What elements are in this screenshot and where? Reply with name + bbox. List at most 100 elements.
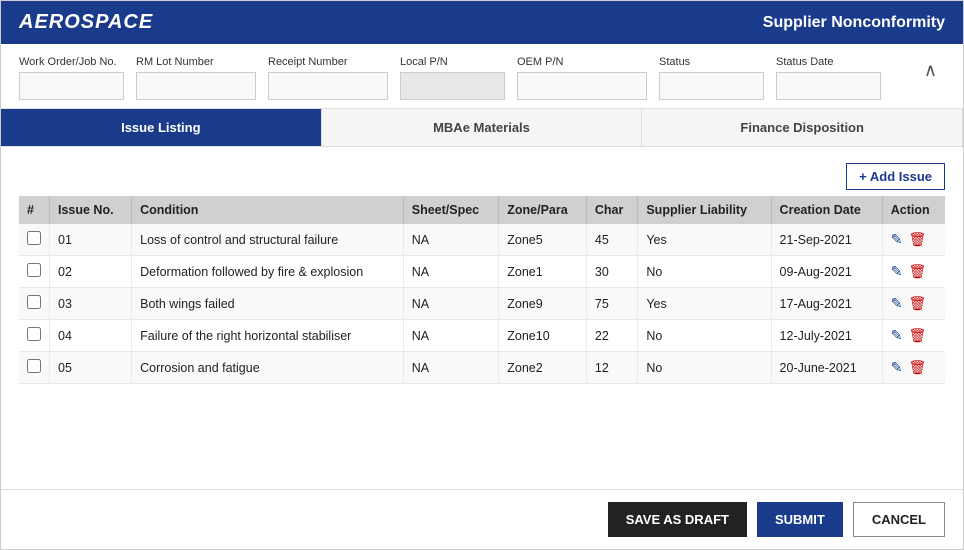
row-checkbox[interactable] (27, 327, 41, 341)
cell-action: ✎🗑 (882, 352, 945, 384)
submit-button[interactable]: SUBMIT (757, 502, 843, 537)
cell-creation-date: 12-July-2021 (771, 320, 882, 352)
table-header-row: # Issue No. Condition Sheet/Spec Zone/Pa… (19, 196, 945, 224)
cell-issue-no: 05 (50, 352, 132, 384)
cell-char: 12 (586, 352, 637, 384)
cell-condition: Both wings failed (132, 288, 404, 320)
cell-creation-date: 20-June-2021 (771, 352, 882, 384)
tab-finance-disposition[interactable]: Finance Disposition (642, 109, 963, 146)
edit-icon[interactable]: ✎ (891, 359, 903, 376)
add-issue-button[interactable]: + Add Issue (846, 163, 945, 190)
issues-table: # Issue No. Condition Sheet/Spec Zone/Pa… (19, 196, 945, 384)
col-issue-no: Issue No. (50, 196, 132, 224)
cell-creation-date: 09-Aug-2021 (771, 256, 882, 288)
tab-mbae-materials[interactable]: MBAe Materials (322, 109, 643, 146)
row-checkbox-cell (19, 320, 50, 352)
edit-icon[interactable]: ✎ (891, 295, 903, 312)
cell-creation-date: 21-Sep-2021 (771, 224, 882, 256)
table-row: 02Deformation followed by fire & explosi… (19, 256, 945, 288)
field-input-rm-lot[interactable] (136, 72, 256, 100)
tabs-bar: Issue Listing MBAe Materials Finance Dis… (1, 109, 963, 147)
header: AEROSPACE Supplier Nonconformity (1, 1, 963, 44)
edit-icon[interactable]: ✎ (891, 327, 903, 344)
delete-icon[interactable]: 🗑 (909, 295, 927, 312)
tab-issue-listing[interactable]: Issue Listing (1, 109, 322, 146)
col-zone-para: Zone/Para (499, 196, 587, 224)
row-checkbox-cell (19, 288, 50, 320)
edit-icon[interactable]: ✎ (891, 263, 903, 280)
field-input-status[interactable] (659, 72, 764, 100)
field-label-status: Status (659, 56, 764, 68)
table-section: + Add Issue # Issue No. Condition Sheet/… (1, 147, 963, 489)
col-sheet-spec: Sheet/Spec (403, 196, 499, 224)
cell-action: ✎🗑 (882, 320, 945, 352)
form-group-status: Status (659, 56, 764, 100)
footer: SAVE AS DRAFT SUBMIT CANCEL (1, 489, 963, 549)
form-group-receipt: Receipt Number (268, 56, 388, 100)
table-row: 01Loss of control and structural failure… (19, 224, 945, 256)
col-condition: Condition (132, 196, 404, 224)
page-title: Supplier Nonconformity (763, 14, 945, 32)
cell-char: 30 (586, 256, 637, 288)
delete-icon[interactable]: 🗑 (909, 231, 927, 248)
form-group-work-order: Work Order/Job No. (19, 56, 124, 100)
row-checkbox[interactable] (27, 231, 41, 245)
field-input-work-order[interactable] (19, 72, 124, 100)
field-input-oem-pn[interactable] (517, 72, 647, 100)
cell-sheet-spec: NA (403, 256, 499, 288)
delete-icon[interactable]: 🗑 (909, 263, 927, 280)
cell-sheet-spec: NA (403, 352, 499, 384)
cell-zone-para: Zone9 (499, 288, 587, 320)
cell-issue-no: 03 (50, 288, 132, 320)
cell-action: ✎🗑 (882, 288, 945, 320)
col-supplier-liability: Supplier Liability (638, 196, 771, 224)
field-label-status-date: Status Date (776, 56, 881, 68)
cell-sheet-spec: NA (403, 224, 499, 256)
table-row: 05Corrosion and fatigueNAZone212No20-Jun… (19, 352, 945, 384)
add-issue-row: + Add Issue (19, 155, 945, 196)
delete-icon[interactable]: 🗑 (909, 327, 927, 344)
form-fields-row: Work Order/Job No. RM Lot Number Receipt N… (1, 44, 963, 109)
field-input-status-date[interactable] (776, 72, 881, 100)
cell-creation-date: 17-Aug-2021 (771, 288, 882, 320)
table-row: 03Both wings failedNAZone975Yes17-Aug-20… (19, 288, 945, 320)
cell-action: ✎🗑 (882, 256, 945, 288)
cell-supplier-liability: No (638, 256, 771, 288)
collapse-button[interactable]: ∧ (916, 56, 945, 85)
row-checkbox-cell (19, 224, 50, 256)
edit-icon[interactable]: ✎ (891, 231, 903, 248)
cell-condition: Loss of control and structural failure (132, 224, 404, 256)
cancel-button[interactable]: CANCEL (853, 502, 945, 537)
save-draft-button[interactable]: SAVE AS DRAFT (608, 502, 747, 537)
cell-supplier-liability: No (638, 320, 771, 352)
row-checkbox[interactable] (27, 263, 41, 277)
cell-zone-para: Zone1 (499, 256, 587, 288)
field-input-local-pn[interactable] (400, 72, 505, 100)
field-label-oem-pn: OEM P/N (517, 56, 647, 68)
cell-condition: Corrosion and fatigue (132, 352, 404, 384)
form-group-status-date: Status Date (776, 56, 881, 100)
row-checkbox[interactable] (27, 359, 41, 373)
field-label-receipt: Receipt Number (268, 56, 388, 68)
cell-supplier-liability: Yes (638, 288, 771, 320)
cell-issue-no: 04 (50, 320, 132, 352)
row-checkbox-cell (19, 256, 50, 288)
col-checkbox: # (19, 196, 50, 224)
cell-zone-para: Zone2 (499, 352, 587, 384)
cell-sheet-spec: NA (403, 288, 499, 320)
cell-issue-no: 01 (50, 224, 132, 256)
table-row: 04Failure of the right horizontal stabil… (19, 320, 945, 352)
col-action: Action (882, 196, 945, 224)
delete-icon[interactable]: 🗑 (909, 359, 927, 376)
cell-action: ✎🗑 (882, 224, 945, 256)
field-input-receipt[interactable] (268, 72, 388, 100)
row-checkbox[interactable] (27, 295, 41, 309)
cell-zone-para: Zone10 (499, 320, 587, 352)
cell-char: 22 (586, 320, 637, 352)
form-group-local-pn: Local P/N (400, 56, 505, 100)
cell-sheet-spec: NA (403, 320, 499, 352)
cell-issue-no: 02 (50, 256, 132, 288)
row-checkbox-cell (19, 352, 50, 384)
field-label-work-order: Work Order/Job No. (19, 56, 124, 68)
form-group-rm-lot: RM Lot Number (136, 56, 256, 100)
